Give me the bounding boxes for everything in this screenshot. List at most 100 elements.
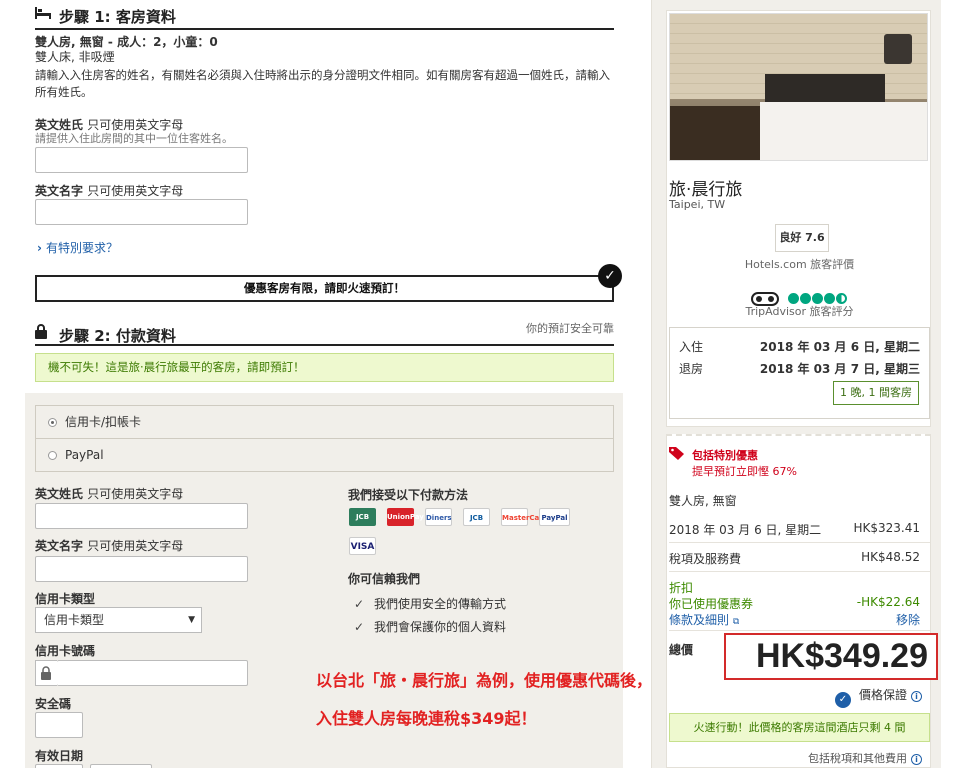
photo-lamp xyxy=(884,34,912,64)
expiry-month-select[interactable] xyxy=(35,764,83,768)
step2-title: 步驟 2: 付款資料 xyxy=(59,327,176,345)
guest-rating-source: Hotels.com 旅客評價 xyxy=(744,258,855,271)
divider xyxy=(669,542,930,543)
checkmark-icon: ✓ xyxy=(354,620,365,634)
room-bed-info: 雙人床, 非吸煙 xyxy=(35,50,115,64)
card-number-input[interactable] xyxy=(57,660,248,686)
total-price: HK$349.29 xyxy=(724,633,938,680)
card-type-label: 信用卡類型 xyxy=(35,592,96,606)
payment-option-paypal-label: PayPal xyxy=(65,448,104,462)
coupon-label: 你已使用優惠券 xyxy=(669,597,754,611)
payment-option-card[interactable]: 信用卡/扣帳卡 xyxy=(35,405,614,439)
discount-label: 折扣 xyxy=(669,581,694,595)
caret-down-icon: ▼ xyxy=(188,615,195,625)
step1-title: 步驟 1: 客房資料 xyxy=(59,8,176,26)
deal-subtitle: 提早預訂立即慳 67% xyxy=(692,465,797,478)
photo-bed xyxy=(760,102,927,160)
booking-summary-sidebar: 旅·晨行旅 Taipei, TW 良好 7.6 Hotels.com 旅客評價 … xyxy=(651,0,941,768)
card-type-select[interactable]: 信用卡類型 ▼ xyxy=(35,607,202,633)
info-icon[interactable]: i xyxy=(911,754,922,765)
checkin-label: 入住 xyxy=(679,340,704,354)
guest-surname-input[interactable] xyxy=(35,147,248,173)
price-guarantee-text: 價格保證 xyxy=(858,688,907,702)
check-circle-icon: ✓ xyxy=(598,264,622,288)
guest-surname-hint: 請提供入住此房間的其中一位住客姓名。 xyxy=(35,132,233,145)
annotation-line-1: 以台北「旅・晨行旅」為例，使用優惠代碼後， xyxy=(316,671,653,690)
accepted-payments-title: 我們接受以下付款方法 xyxy=(348,488,469,502)
price-guarantee: ✓ 價格保證 i xyxy=(834,686,922,708)
jcb-card-icon: JCB xyxy=(349,508,376,526)
card-surname-input[interactable] xyxy=(35,503,248,529)
tag-icon xyxy=(669,446,685,460)
payment-option-paypal[interactable]: PayPal xyxy=(35,438,614,472)
external-link-icon: ⧉ xyxy=(732,617,740,627)
tripadvisor-source: TripAdvisor 旅客評分 xyxy=(745,305,854,318)
cheapest-room-note: 機不可失！這是旅·晨行旅最平的客房，請即預訂！ xyxy=(35,353,614,382)
hotel-location: Taipei, TW xyxy=(669,198,726,211)
terms-link-text: 條款及細則 xyxy=(669,613,730,627)
shield-icon: ✓ xyxy=(834,692,851,708)
checkin-value: 2018 年 03 月 6 日, 星期二 xyxy=(759,340,920,354)
card-givenname-input[interactable] xyxy=(35,556,248,582)
step1-header: 步驟 1: 客房資料 xyxy=(35,4,614,30)
special-request-text: 有特別要求？ xyxy=(45,241,118,255)
nights-rooms-pill: 1 晚, 1 間客房 xyxy=(833,381,919,405)
card-surname-label-text: 英文姓氏 xyxy=(35,487,84,501)
card-givenname-sublabel: 只可使用英文字母 xyxy=(87,539,184,553)
stay-dates-box: 入住 2018 年 03 月 6 日, 星期二 退房 2018 年 03 月 7… xyxy=(669,327,930,419)
guest-givenname-sublabel: 只可使用英文字母 xyxy=(87,184,184,198)
divider xyxy=(669,571,930,572)
guest-givenname-input[interactable] xyxy=(35,199,248,225)
cvv-input[interactable] xyxy=(35,712,83,738)
trust-title: 你可信賴我們 xyxy=(348,572,421,586)
card-surname-sublabel: 只可使用英文字母 xyxy=(87,487,184,501)
checkmark-icon: ✓ xyxy=(354,597,365,611)
chevron-right-icon: › xyxy=(37,241,42,255)
terms-link[interactable]: 條款及細則 ⧉ xyxy=(669,611,739,628)
card-number-label: 信用卡號碼 xyxy=(35,644,96,658)
card-type-value: 信用卡類型 xyxy=(44,613,105,627)
rooms-left-note: 火速行動！此價格的客房這間酒店只剩 4 間 xyxy=(669,713,930,742)
info-icon[interactable]: i xyxy=(911,691,922,702)
step2-header: 步驟 2: 付款資料 你的預訂安全可靠 xyxy=(35,320,614,346)
card-givenname-label-text: 英文名字 xyxy=(35,539,84,553)
photo-headboard xyxy=(765,74,885,104)
price-summary: 包括特別優惠 提早預訂立即慳 67% 雙人房, 無窗 2018 年 03 月 6… xyxy=(666,434,938,768)
deal-title: 包括特別優惠 xyxy=(692,449,758,462)
bed-icon xyxy=(35,7,51,22)
unionpay-card-icon: UnionPay xyxy=(387,508,424,526)
trust-item: ✓ 我們使用安全的傳輸方式 xyxy=(354,595,506,612)
room-name: 雙人房, 無窗 xyxy=(669,494,737,508)
trust-item-text: 我們使用安全的傳輸方式 xyxy=(374,597,507,611)
special-request-link[interactable]: › 有特別要求？ xyxy=(37,239,118,256)
trust-item-text: 我們會保護你的個人資料 xyxy=(374,620,507,634)
hotel-photo xyxy=(669,13,928,161)
expiry-year-select[interactable] xyxy=(90,764,152,768)
total-label: 總價 xyxy=(669,643,694,657)
divider xyxy=(669,630,930,631)
lock-icon xyxy=(35,324,47,342)
tax-value: HK$48.52 xyxy=(861,550,920,564)
trust-item: ✓ 我們會保護你的個人資料 xyxy=(354,618,506,635)
hotel-card: 旅·晨行旅 Taipei, TW 良好 7.6 Hotels.com 旅客評價 … xyxy=(666,10,931,427)
expiry-label: 有效日期 xyxy=(35,749,84,763)
diners-card-icon: Diners xyxy=(425,508,452,526)
hotel-name: 旅·晨行旅 xyxy=(669,180,743,200)
tax-label: 稅項及服務費 xyxy=(669,552,742,566)
checkout-label: 退房 xyxy=(679,362,704,376)
radio-selected-icon[interactable] xyxy=(48,418,57,427)
payment-option-card-label: 信用卡/扣帳卡 xyxy=(65,415,142,429)
jcb-alt-card-icon: JCB xyxy=(463,508,490,526)
coupon-value: -HK$22.64 xyxy=(856,595,920,609)
night-price: HK$323.41 xyxy=(853,521,920,535)
secure-note: 你的預訂安全可靠 xyxy=(526,322,614,335)
remove-coupon-link[interactable]: 移除 xyxy=(896,611,920,628)
visa-card-icon: VISA xyxy=(349,537,376,555)
annotation-line-2: 入住雙人房每晚連稅$349起！ xyxy=(316,709,537,728)
taxes-included-note: 包括稅項和其他費用 i xyxy=(808,750,922,766)
checkout-value: 2018 年 03 月 7 日, 星期三 xyxy=(759,362,920,376)
guest-rating-badge: 良好 7.6 xyxy=(775,224,829,252)
taxes-included-text: 包括稅項和其他費用 xyxy=(808,752,907,765)
photo-desk xyxy=(670,106,760,160)
radio-icon[interactable] xyxy=(48,451,57,460)
